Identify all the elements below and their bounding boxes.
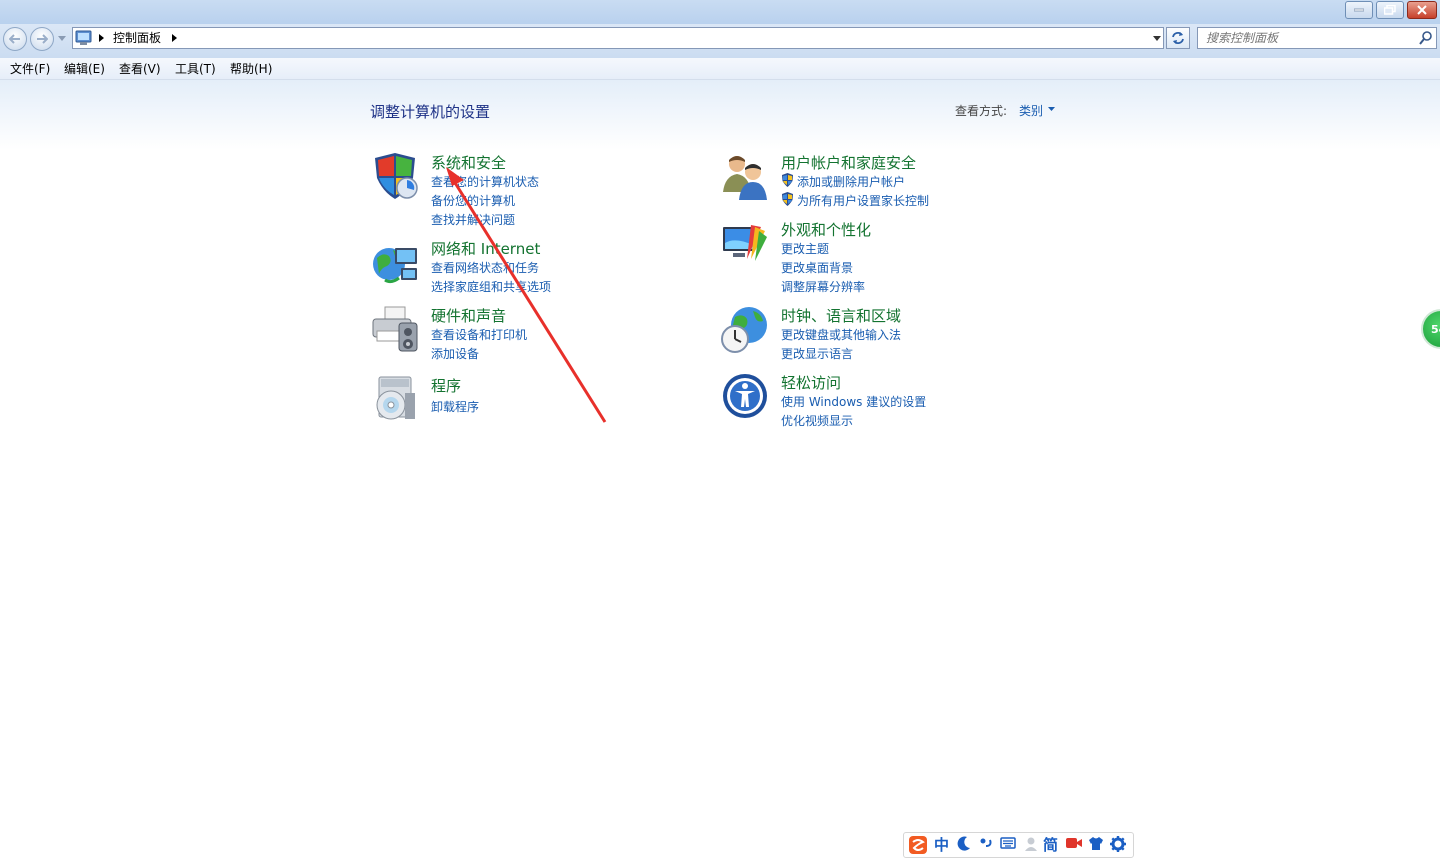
category-link[interactable]: 为所有用户设置家长控制	[797, 192, 929, 209]
category-link[interactable]: 更改桌面背景	[781, 259, 853, 276]
uac-shield-icon	[782, 173, 793, 187]
breadcrumb-chevron-icon[interactable]	[172, 34, 177, 42]
ime-charset-toggle[interactable]: 简	[1043, 836, 1058, 854]
minimize-icon	[1354, 8, 1364, 12]
category-hardware-sound: 硬件和声音 查看设备和打印机 添加设备	[371, 305, 671, 365]
category-link[interactable]: 选择家庭组和共享选项	[431, 278, 551, 295]
category-link[interactable]: 备份您的计算机	[431, 192, 515, 209]
category-title[interactable]: 系统和安全	[431, 152, 506, 173]
uac-shield-icon	[782, 192, 793, 206]
menu-view[interactable]: 查看(V)	[119, 61, 161, 77]
address-bar: 控制面板	[0, 24, 1440, 58]
refresh-icon	[1172, 32, 1184, 44]
back-arrow-icon	[9, 34, 20, 44]
category-title[interactable]: 网络和 Internet	[431, 238, 540, 259]
restore-button[interactable]	[1376, 1, 1404, 19]
view-by-dropdown[interactable]: 类别	[1019, 102, 1043, 119]
category-system-security: 系统和安全 查看您的计算机状态 备份您的计算机 查找并解决问题	[371, 152, 671, 232]
category-title[interactable]: 程序	[431, 375, 461, 396]
keyboard-icon[interactable]	[1000, 836, 1016, 850]
recent-pages-chevron-icon[interactable]	[58, 36, 66, 41]
close-button[interactable]	[1407, 1, 1437, 19]
users-icon[interactable]	[721, 152, 769, 200]
category-user-accounts: 用户帐户和家庭安全 添加或删除用户帐户 为所有用户设置家长控制	[721, 152, 1041, 212]
restore-icon	[1384, 5, 1396, 15]
search-icon[interactable]	[1419, 31, 1432, 45]
category-link[interactable]: 添加或删除用户帐户	[797, 173, 905, 190]
address-field[interactable]: 控制面板	[72, 27, 1164, 49]
category-link[interactable]: 更改键盘或其他输入法	[781, 326, 901, 343]
search-box	[1197, 27, 1437, 49]
breadcrumb-control-panel[interactable]: 控制面板	[113, 30, 161, 46]
menu-file[interactable]: 文件(F)	[10, 61, 50, 77]
user-icon[interactable]	[1024, 836, 1038, 852]
forward-arrow-icon	[37, 34, 48, 44]
ime-language-toggle[interactable]: 中	[934, 836, 949, 854]
category-appearance: 外观和个性化 更改主题 更改桌面背景 调整屏幕分辨率	[721, 219, 1041, 299]
view-by-chevron-icon[interactable]	[1048, 107, 1055, 111]
ime-logo-icon[interactable]	[909, 836, 927, 854]
video-icon[interactable]	[1066, 836, 1082, 850]
menu-help[interactable]: 帮助(H)	[230, 61, 272, 77]
close-icon	[1417, 5, 1427, 15]
content-area: 调整计算机的设置 查看方式: 类别 系统和安全 查看您的计算机状态 备份您的计算…	[0, 80, 1440, 861]
view-by-label: 查看方式:	[955, 104, 1008, 118]
category-title[interactable]: 硬件和声音	[431, 305, 506, 326]
category-network-internet: 网络和 Internet 查看网络状态和任务 选择家庭组和共享选项	[371, 238, 671, 298]
category-link[interactable]: 查看您的计算机状态	[431, 173, 539, 190]
category-link[interactable]: 优化视频显示	[781, 412, 853, 429]
category-title[interactable]: 时钟、语言和区域	[781, 305, 901, 326]
category-programs: 程序 卸载程序	[371, 375, 671, 425]
category-link[interactable]: 卸载程序	[431, 398, 479, 415]
gear-icon[interactable]	[1110, 836, 1126, 852]
search-input[interactable]	[1198, 28, 1421, 48]
network-globe-icon[interactable]	[371, 238, 419, 286]
category-title[interactable]: 外观和个性化	[781, 219, 871, 240]
category-link[interactable]: 调整屏幕分辨率	[781, 278, 865, 295]
skin-shirt-icon[interactable]	[1088, 836, 1104, 851]
shield-icon[interactable]	[371, 152, 419, 200]
breadcrumb-chevron-icon[interactable]	[99, 34, 104, 42]
category-link[interactable]: 查看设备和打印机	[431, 326, 527, 343]
badge-value: 54	[1431, 323, 1440, 336]
printer-icon[interactable]	[371, 305, 419, 353]
appearance-monitor-icon[interactable]	[721, 219, 769, 267]
punctuation-icon[interactable]	[979, 836, 993, 852]
ime-toolbar: 中 简	[903, 832, 1134, 858]
category-title[interactable]: 用户帐户和家庭安全	[781, 152, 916, 173]
forward-button[interactable]	[30, 27, 54, 51]
menu-edit[interactable]: 编辑(E)	[64, 61, 105, 77]
category-link[interactable]: 使用 Windows 建议的设置	[781, 393, 926, 410]
clock-globe-icon[interactable]	[721, 305, 769, 353]
minimize-button[interactable]	[1345, 1, 1373, 19]
category-link[interactable]: 查找并解决问题	[431, 211, 515, 228]
moon-icon[interactable]	[957, 836, 971, 852]
refresh-button[interactable]	[1166, 27, 1190, 49]
menu-bar: 文件(F) 编辑(E) 查看(V) 工具(T) 帮助(H)	[0, 58, 1440, 80]
category-link[interactable]: 更改主题	[781, 240, 829, 257]
ease-of-access-icon[interactable]	[721, 372, 769, 420]
category-clock-language: 时钟、语言和区域 更改键盘或其他输入法 更改显示语言	[721, 305, 1041, 365]
category-link[interactable]: 查看网络状态和任务	[431, 259, 539, 276]
window-controls	[1342, 1, 1437, 19]
title-bar	[0, 0, 1440, 24]
programs-disc-icon[interactable]	[371, 375, 419, 423]
category-title[interactable]: 轻松访问	[781, 372, 841, 393]
control-panel-icon	[75, 30, 92, 45]
category-link[interactable]: 添加设备	[431, 345, 479, 362]
category-ease-of-access: 轻松访问 使用 Windows 建议的设置 优化视频显示	[721, 372, 1041, 432]
back-button[interactable]	[3, 27, 27, 51]
category-link[interactable]: 更改显示语言	[781, 345, 853, 362]
address-dropdown-icon[interactable]	[1153, 36, 1161, 41]
menu-tools[interactable]: 工具(T)	[175, 61, 216, 77]
page-title: 调整计算机的设置	[370, 103, 491, 121]
